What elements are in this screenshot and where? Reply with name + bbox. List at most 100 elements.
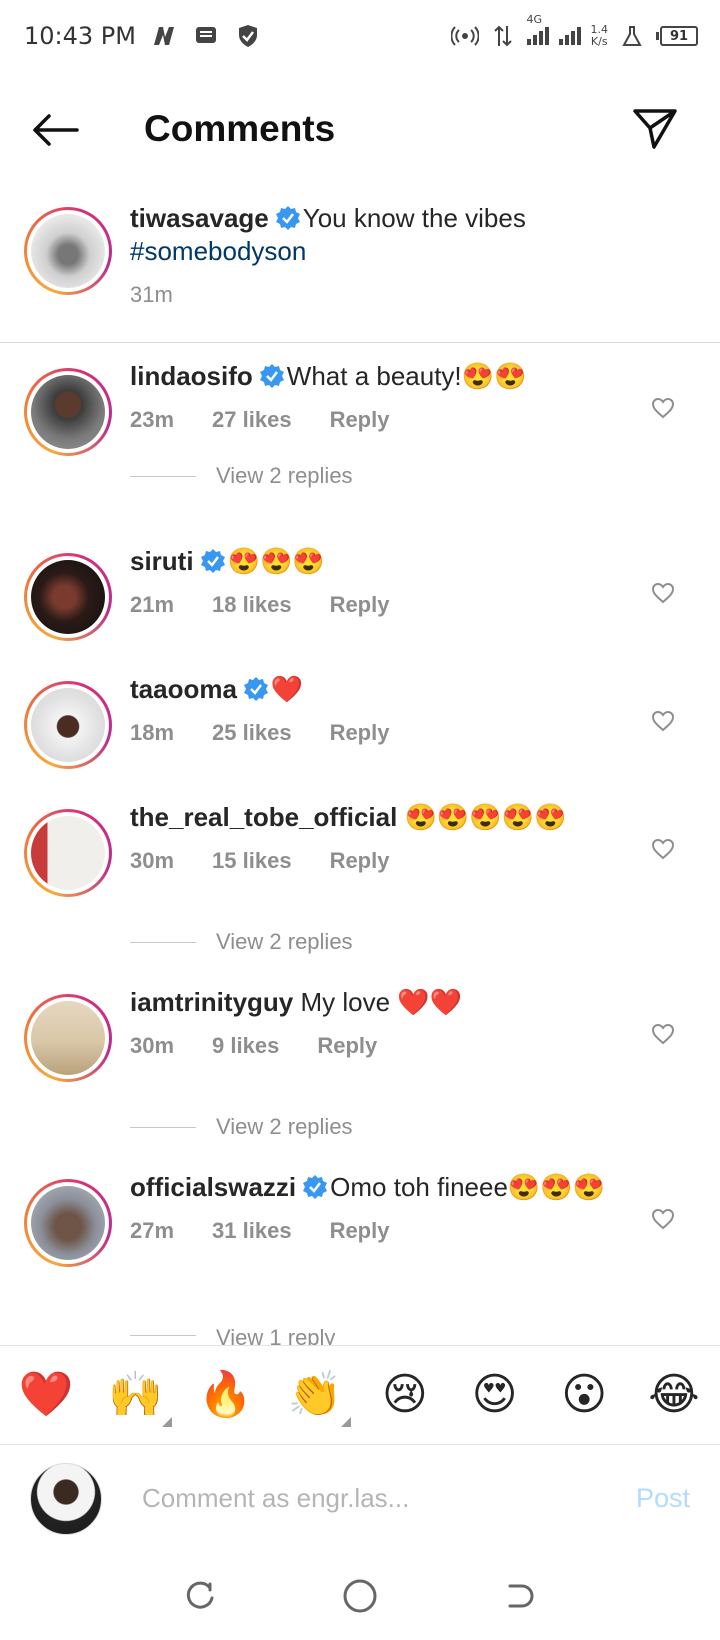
comment-avatar[interactable] [24, 553, 112, 641]
comment-username[interactable]: officialswazzi [130, 1172, 296, 1202]
comment-time: 30m [130, 1033, 175, 1058]
comment-text: 😍😍😍 [227, 546, 325, 576]
comment-text: What a beauty!😍😍 [286, 361, 527, 391]
reply-button[interactable]: Reply [330, 720, 390, 746]
reply-button[interactable]: Reply [330, 1218, 390, 1244]
comment-likes[interactable]: 15 likes [212, 848, 292, 874]
back-button[interactable] [30, 108, 80, 152]
comment-avatar[interactable] [24, 368, 112, 456]
comment-time: 27m [130, 1218, 175, 1243]
emoji-heart-eyes[interactable]: 😍 [467, 1367, 523, 1423]
back-nav-button[interactable] [495, 1571, 545, 1621]
comment-likes[interactable]: 31 likes [212, 1218, 292, 1244]
netflix-notification-icon [150, 22, 178, 50]
view-replies-button[interactable]: View 2 replies [130, 463, 353, 489]
network-speed: 1.4 K/s [590, 23, 609, 48]
heart-outline-icon [651, 582, 675, 604]
recents-icon [186, 1581, 214, 1609]
verified-badge-icon [259, 364, 284, 388]
heart-outline-icon [651, 838, 675, 860]
network-type: 4G [526, 13, 543, 26]
back-nav-icon [508, 1584, 534, 1607]
view-replies-button[interactable]: View 2 replies [130, 929, 353, 955]
emoji-fire[interactable]: 🔥 [197, 1367, 253, 1423]
like-comment-button[interactable] [648, 1204, 678, 1234]
battery-icon: 91 [656, 26, 698, 46]
heart-outline-icon [651, 1208, 675, 1230]
home-circle-icon [343, 1579, 377, 1612]
verified-badge-icon [243, 677, 268, 701]
recent-apps-button[interactable] [175, 1571, 225, 1621]
comment-avatar[interactable] [24, 1179, 112, 1267]
comment-composer: Post [0, 1446, 720, 1551]
comment-input[interactable] [142, 1483, 616, 1514]
comment-username[interactable]: siruti [130, 546, 194, 576]
status-time: 10:43 PM [24, 22, 136, 50]
shield-notification-icon [234, 22, 262, 50]
signal-4g-icon: 4G [526, 13, 549, 45]
emoji-raising-hands[interactable]: 🙌 [108, 1367, 172, 1427]
comment-text: 😍😍😍😍😍 [404, 802, 567, 832]
comment-username[interactable]: lindaosifo [130, 361, 253, 391]
system-nav-bar [0, 1551, 720, 1640]
heart-outline-icon [651, 1023, 675, 1045]
verified-badge-icon [275, 206, 300, 230]
like-comment-button[interactable] [648, 393, 678, 423]
status-bar: 10:43 PM 4G 1.4 K/s 91 [0, 0, 720, 72]
comment-likes[interactable]: 25 likes [212, 720, 292, 746]
reply-button[interactable]: Reply [330, 407, 390, 433]
emoji-surprised-face[interactable]: 😮 [556, 1367, 612, 1423]
back-arrow-icon [33, 114, 79, 146]
post-caption: tiwasavage You know the vibes #somebodyso… [0, 200, 720, 343]
comment-text: Omo toh fineee😍😍😍 [330, 1172, 606, 1202]
emoji-clapping-hands[interactable]: 👏 [287, 1367, 352, 1427]
comment-time: 23m [130, 407, 175, 432]
comment-text: My love ❤️❤️ [300, 987, 463, 1017]
message-notification-icon [192, 22, 220, 50]
comment-likes[interactable]: 18 likes [212, 592, 292, 618]
post-button[interactable]: Post [636, 1483, 690, 1514]
flask-icon [618, 22, 646, 50]
comment-avatar[interactable] [24, 809, 112, 897]
skin-tone-indicator-icon [341, 1417, 352, 1427]
caption-avatar[interactable] [24, 207, 112, 295]
comment-likes[interactable]: 27 likes [212, 407, 292, 433]
emoji-heart[interactable]: ❤️ [18, 1367, 74, 1423]
paper-plane-icon [633, 109, 677, 149]
heart-outline-icon [651, 710, 675, 732]
verified-badge-icon [200, 549, 225, 573]
comment-text: ❤️ [270, 674, 304, 704]
my-avatar [30, 1462, 102, 1535]
signal-icon [558, 27, 581, 45]
like-comment-button[interactable] [648, 834, 678, 864]
emoji-quick-bar: ❤️ 🙌 🔥 👏 😢 😍 😮 😂 [0, 1345, 720, 1445]
reply-button[interactable]: Reply [330, 848, 390, 874]
comment-avatar[interactable] [24, 994, 112, 1082]
view-replies-button[interactable]: View 1 reply [130, 1325, 335, 1345]
reply-button[interactable]: Reply [317, 1033, 377, 1059]
comment-username[interactable]: iamtrinityguy [130, 987, 293, 1017]
page-title: Comments [144, 108, 336, 149]
comment-time: 30m [130, 848, 175, 873]
like-comment-button[interactable] [648, 1019, 678, 1049]
home-button[interactable] [335, 1571, 385, 1621]
emoji-tears-of-joy[interactable]: 😂 [646, 1367, 702, 1423]
caption-username[interactable]: tiwasavage [130, 203, 269, 233]
comment-likes[interactable]: 9 likes [212, 1033, 279, 1059]
comment-avatar[interactable] [24, 681, 112, 769]
share-button[interactable] [630, 104, 680, 154]
header: Comments [0, 90, 720, 170]
battery-level: 91 [660, 26, 698, 46]
caption-hashtag[interactable]: #somebodyson [130, 236, 306, 266]
comment-time: 21m [130, 592, 175, 617]
caption-text: You know the vibes [302, 203, 526, 233]
skin-tone-indicator-icon [161, 1417, 172, 1427]
like-comment-button[interactable] [648, 578, 678, 608]
emoji-crying-face[interactable]: 😢 [377, 1367, 433, 1423]
view-replies-button[interactable]: View 2 replies [130, 1114, 353, 1140]
like-comment-button[interactable] [648, 706, 678, 736]
reply-button[interactable]: Reply [330, 592, 390, 618]
comment-username[interactable]: the_real_tobe_official [130, 802, 397, 832]
hotspot-icon [450, 22, 479, 50]
comment-username[interactable]: taaooma [130, 674, 237, 704]
